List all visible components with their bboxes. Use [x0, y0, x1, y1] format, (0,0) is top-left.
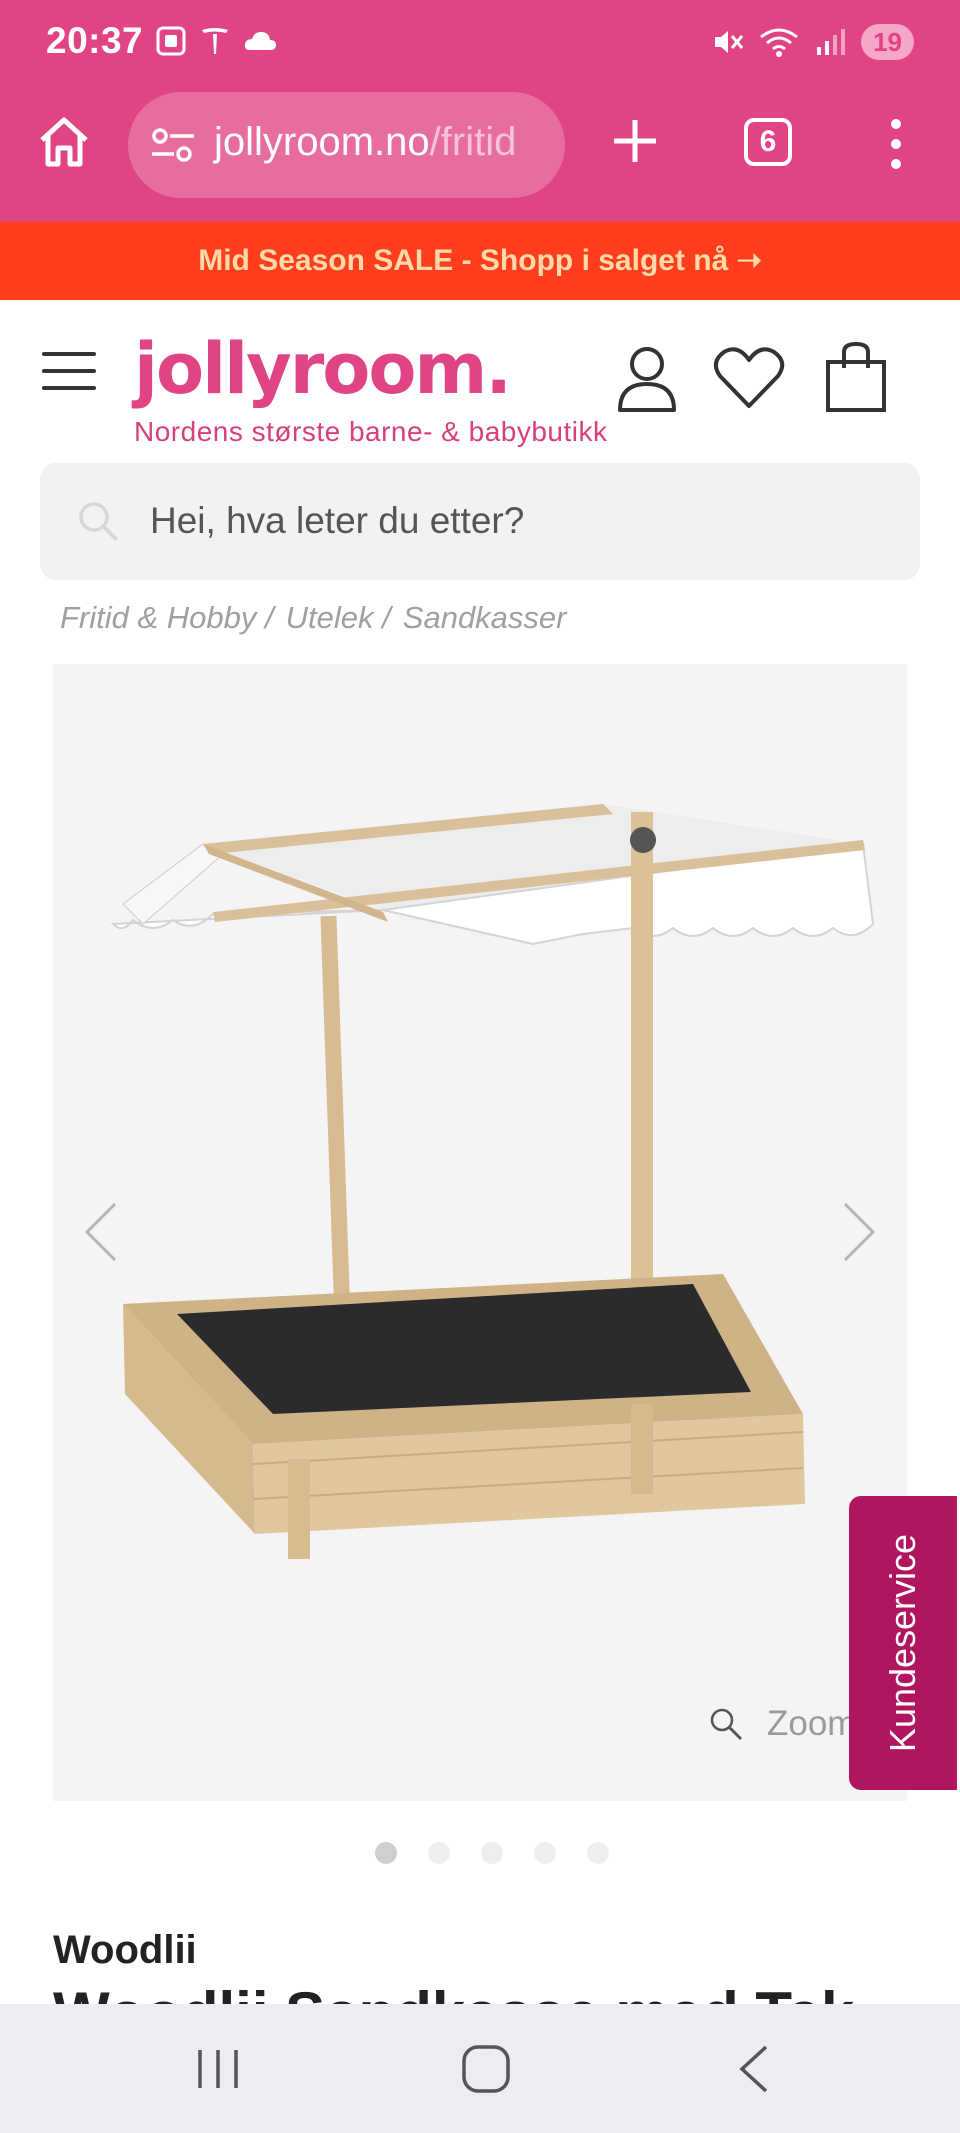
more-options-icon[interactable] — [888, 114, 904, 174]
url-domain: jollyroom.no — [214, 120, 430, 164]
sale-banner[interactable]: Mid Season SALE - Shopp i salget nå ➝ — [0, 222, 960, 300]
site-header: jollyroom. Nordens største barne- & baby… — [0, 300, 960, 460]
search-icon — [79, 502, 119, 542]
browser-toolbar: jollyroom.no/fritid 6 — [0, 92, 960, 200]
browser-chrome: 20:37 19 jollyroom.no/fritid 6 — [0, 0, 960, 222]
wifi-icon — [760, 28, 798, 57]
site-logo[interactable]: jollyroom. — [134, 328, 512, 410]
breadcrumb-item-sandkasser[interactable]: Sandkasser — [403, 600, 567, 636]
home-icon[interactable] — [36, 114, 92, 170]
new-tab-icon[interactable] — [610, 116, 660, 166]
gallery-dot-3[interactable] — [481, 1842, 503, 1864]
site-search — [40, 463, 920, 580]
system-navigation-bar — [0, 2004, 960, 2133]
gallery-dot-2[interactable] — [428, 1842, 450, 1864]
battery-level: 19 — [861, 24, 914, 60]
signal-icon — [817, 29, 846, 55]
zoom-magnifier-icon — [710, 1708, 743, 1741]
screenshot-icon — [156, 26, 186, 56]
product-title: Woodlii Sandkasse med Tak — [53, 1988, 854, 2004]
gallery-pagination — [375, 1842, 609, 1864]
breadcrumb-item-fritid-hobby[interactable]: Fritid & Hobby / — [60, 600, 274, 636]
wishlist-heart-icon[interactable] — [712, 340, 786, 414]
search-input[interactable] — [150, 493, 870, 549]
gallery-dot-4[interactable] — [534, 1842, 556, 1864]
gallery-dot-1[interactable] — [375, 1842, 397, 1864]
previous-image-arrow-icon[interactable] — [79, 1200, 123, 1264]
recent-apps-icon[interactable] — [188, 2044, 248, 2094]
product-image[interactable] — [83, 804, 883, 1684]
breadcrumb: Fritid & Hobby / Utelek / Sandkasser — [60, 600, 567, 636]
cloud-icon — [244, 32, 276, 50]
customer-service-tab[interactable]: Kundeservice — [849, 1496, 957, 1790]
shopping-bag-icon[interactable] — [820, 340, 894, 414]
account-icon[interactable] — [610, 340, 684, 414]
gallery-dot-5[interactable] — [587, 1842, 609, 1864]
tesla-icon — [202, 28, 228, 54]
site-tagline: Nordens største barne- & babybutikk — [134, 416, 608, 447]
url-path: /fritid — [429, 120, 517, 164]
back-icon[interactable] — [726, 2044, 786, 2094]
zoom-label: Zoom — [767, 1704, 857, 1743]
address-bar[interactable]: jollyroom.no/fritid — [128, 92, 565, 198]
customer-service-label: Kundeservice — [882, 1533, 923, 1753]
status-time: 20:37 — [46, 20, 144, 61]
mute-icon — [715, 31, 744, 53]
product-brand[interactable]: Woodlii — [53, 1928, 197, 1973]
url-text: jollyroom.no/fritid — [214, 120, 516, 165]
menu-icon[interactable] — [42, 352, 96, 392]
product-image-gallery[interactable]: Zoom — [53, 664, 907, 1801]
tab-switcher-button[interactable]: 6 — [744, 118, 792, 166]
zoom-button[interactable]: Zoom — [709, 1704, 856, 1744]
status-bar: 20:37 19 — [0, 0, 960, 88]
system-home-icon[interactable] — [456, 2044, 516, 2094]
site-settings-icon[interactable] — [150, 125, 196, 165]
breadcrumb-item-utelek[interactable]: Utelek / — [286, 600, 391, 636]
next-image-arrow-icon[interactable] — [837, 1200, 881, 1264]
